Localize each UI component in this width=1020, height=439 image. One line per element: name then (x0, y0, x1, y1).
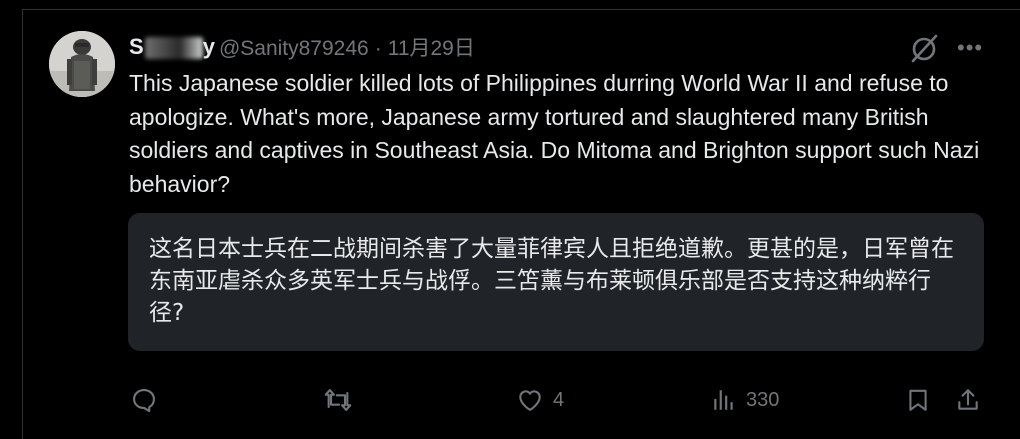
views-button[interactable]: 330 (711, 378, 779, 422)
reply-icon (133, 389, 155, 413)
views-count: 330 (746, 388, 780, 411)
views-bar-icon (714, 390, 733, 410)
like-button[interactable]: 4 (516, 378, 564, 422)
like-count: 4 (553, 388, 565, 411)
tweet-date[interactable]: 11月29日 (388, 37, 475, 60)
tweet-meta: @Sanity879246 · 11月29日 (219, 32, 475, 62)
share-icon (958, 389, 978, 410)
display-name-start: S (129, 34, 144, 59)
display-name-blurred (144, 37, 203, 60)
reply-button[interactable] (130, 378, 158, 422)
translation-text: 这名日本士兵在二战期间杀害了大量菲律宾人且拒绝道歉。更甚的是，日军曾在东南亚虐杀… (149, 236, 954, 326)
action-bar: 4 330 (0, 378, 1020, 422)
separator-dot: · (374, 37, 382, 60)
display-name-end: y (202, 34, 215, 59)
tweet-text: This Japanese soldier killed lots of Phi… (129, 70, 980, 197)
avatar[interactable] (49, 31, 115, 97)
tweet-page: Sy @Sanity879246 · 11月29日 ••• This Japanes… (0, 0, 1020, 439)
repost-icon (324, 389, 352, 411)
translation-box: 这名日本士兵在二战期间杀害了大量菲律宾人且拒绝道歉。更甚的是，日军曾在东南亚虐杀… (128, 213, 984, 351)
avatar-image (49, 31, 115, 97)
grok-slash-icon[interactable] (905, 31, 943, 65)
heart-icon (519, 390, 541, 411)
bookmark-icon (909, 389, 927, 411)
user-handle[interactable]: @Sanity879246 (219, 37, 369, 60)
more-options-icon[interactable]: ••• (957, 33, 983, 63)
tweet-header: Sy @Sanity879246 · 11月29日 (129, 33, 475, 61)
bookmark-button[interactable] (905, 378, 931, 422)
display-name[interactable]: Sy (129, 34, 215, 60)
repost-button[interactable] (322, 378, 354, 422)
top-divider (22, 9, 1020, 10)
header-icons: ••• (905, 31, 983, 65)
share-button[interactable] (955, 378, 981, 422)
left-divider (22, 10, 23, 439)
